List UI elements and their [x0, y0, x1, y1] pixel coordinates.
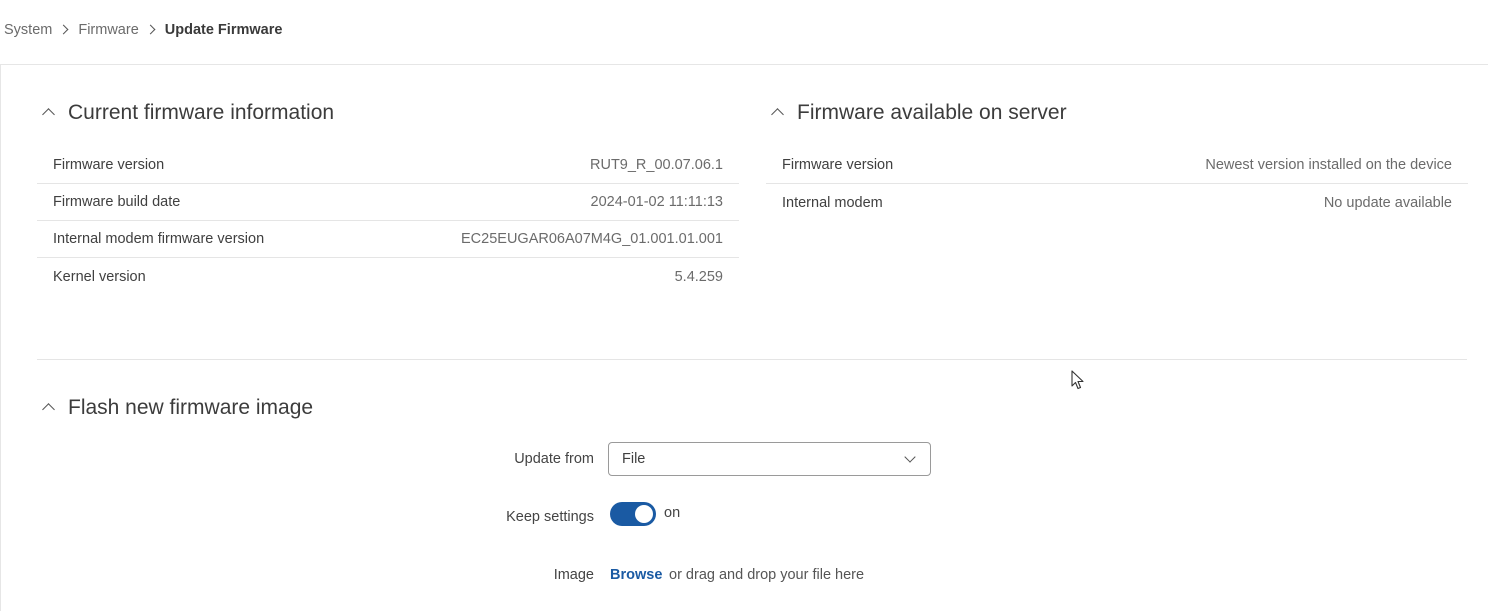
table-row: Kernel version 5.4.259: [37, 258, 739, 295]
row-label: Firmware build date: [53, 194, 181, 210]
row-label: Kernel version: [53, 268, 146, 285]
breadcrumb: System Firmware Update Firmware: [4, 20, 282, 40]
breadcrumb-system[interactable]: System: [4, 22, 52, 38]
row-label: Firmware version: [53, 157, 165, 173]
server-firmware-title: Firmware available on server: [797, 101, 1067, 124]
table-row: Firmware version RUT9_R_00.07.06.1: [37, 147, 739, 184]
toggle-knob: [635, 505, 653, 523]
keep-settings-toggle[interactable]: [610, 502, 656, 526]
table-row: Firmware version Newest version installe…: [766, 147, 1468, 184]
section-divider: [37, 359, 1467, 360]
table-row: Internal modem No update available: [766, 184, 1468, 221]
mouse-cursor-icon: [1071, 370, 1084, 390]
flash-firmware-section-header[interactable]: Flash new firmware image: [39, 396, 313, 420]
row-label: Internal modem: [782, 194, 883, 211]
chevron-up-icon[interactable]: [39, 105, 61, 121]
browse-link[interactable]: Browse: [610, 567, 662, 583]
row-value: No update available: [1323, 194, 1452, 211]
chevron-right-icon: [143, 23, 161, 37]
row-value: Newest version installed on the device: [1205, 157, 1452, 173]
flash-firmware-title: Flash new firmware image: [68, 396, 314, 419]
current-firmware-table: Firmware version RUT9_R_00.07.06.1 Firmw…: [37, 147, 739, 295]
firmware-card: Current firmware information Firmware ve…: [0, 64, 1488, 611]
update-from-value: File: [622, 451, 646, 467]
current-firmware-title: Current firmware information: [68, 101, 335, 124]
breadcrumb-current: Update Firmware: [164, 22, 283, 38]
row-label: Firmware version: [782, 157, 894, 173]
chevron-up-icon[interactable]: [39, 400, 61, 416]
keep-settings-state: on: [664, 505, 681, 521]
table-row: Firmware build date 2024-01-02 11:11:13: [37, 184, 739, 221]
keep-settings-label: Keep settings: [506, 509, 594, 525]
row-value: EC25EUGAR06A07M4G_01.001.01.001: [461, 231, 723, 247]
table-row: Internal modem firmware version EC25EUGA…: [37, 221, 739, 258]
row-value: 2024-01-02 11:11:13: [590, 194, 724, 210]
current-firmware-section-header[interactable]: Current firmware information: [39, 101, 334, 125]
row-value: 5.4.259: [674, 268, 723, 285]
breadcrumb-firmware[interactable]: Firmware: [78, 22, 138, 38]
chevron-up-icon[interactable]: [768, 105, 790, 121]
update-from-select[interactable]: File: [608, 442, 931, 476]
row-label: Internal modem firmware version: [53, 231, 265, 247]
server-firmware-table: Firmware version Newest version installe…: [766, 147, 1468, 221]
update-from-label: Update from: [514, 451, 594, 467]
row-value: RUT9_R_00.07.06.1: [590, 157, 723, 173]
chevron-down-icon: [904, 451, 916, 463]
server-firmware-section-header[interactable]: Firmware available on server: [768, 101, 1067, 125]
image-label: Image: [553, 567, 594, 583]
drop-zone-text: or drag and drop your file here: [669, 567, 865, 583]
chevron-right-icon: [56, 23, 74, 37]
